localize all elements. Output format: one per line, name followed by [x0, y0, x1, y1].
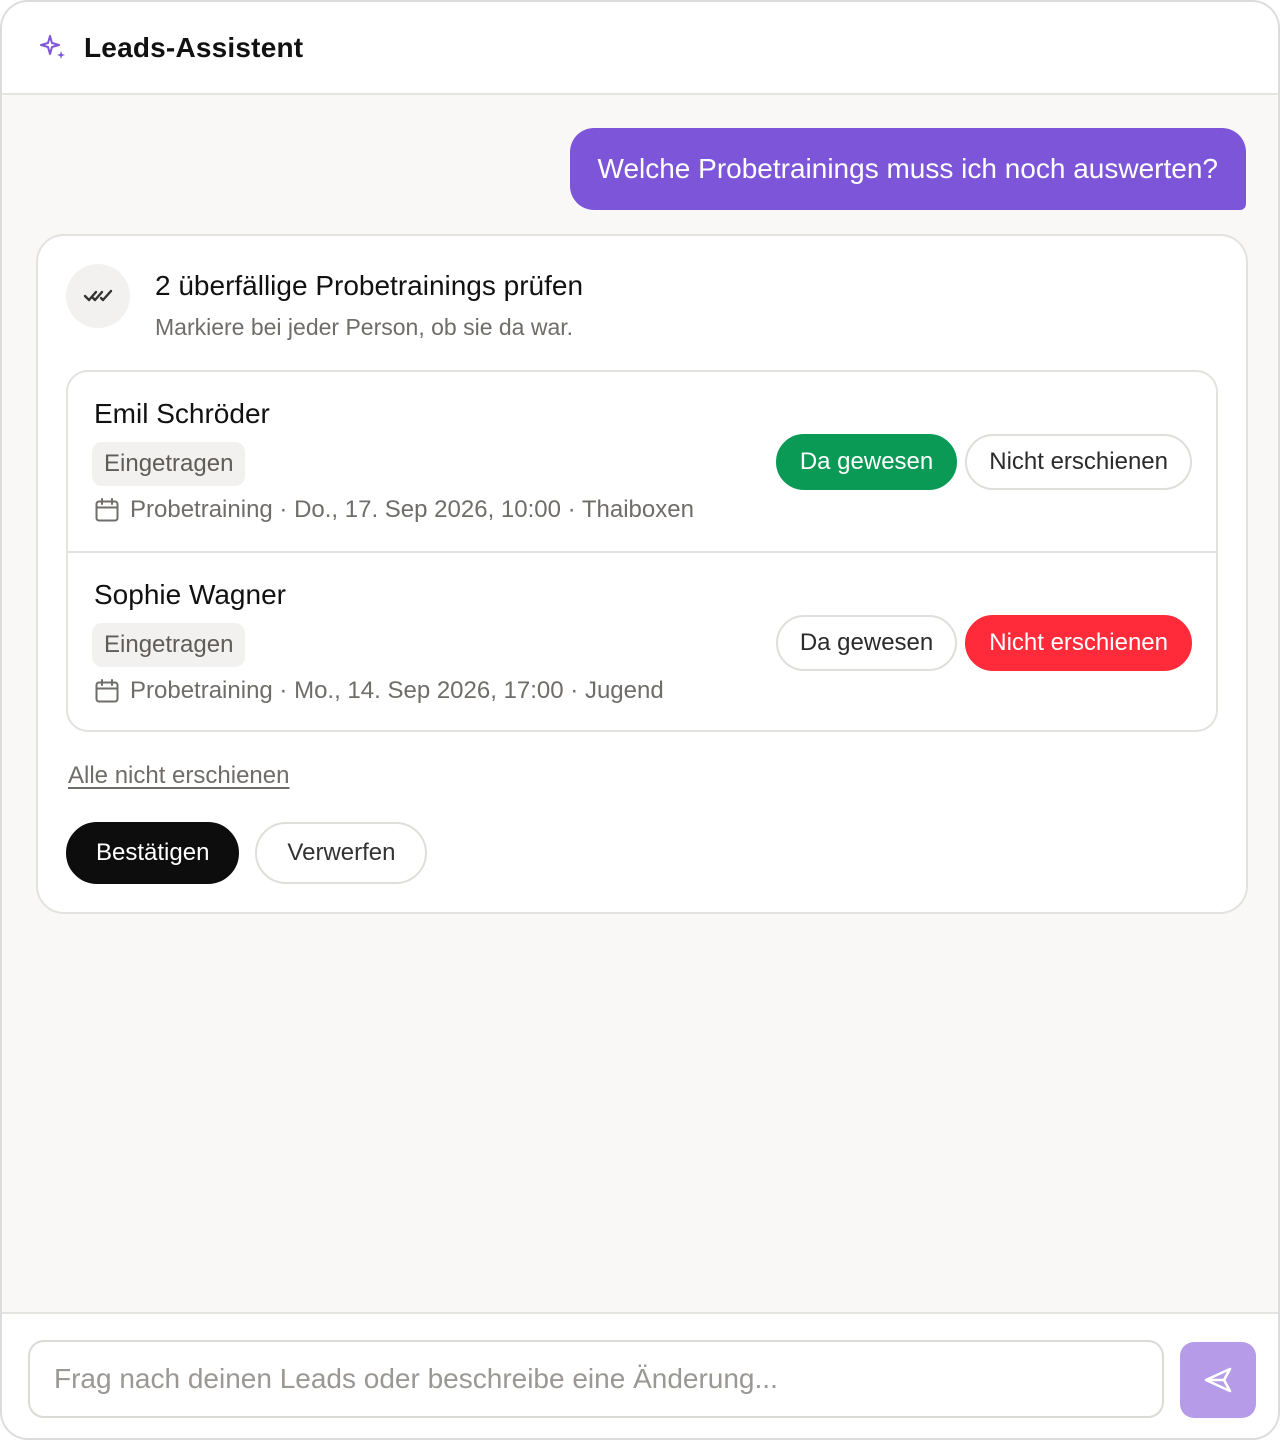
card-title: 2 überfällige Probetrainings prüfen: [155, 270, 584, 301]
lead-name: Emil Schröder: [94, 398, 270, 429]
lead-row: Sophie Wagner Eingetragen Probetraining …: [68, 551, 1216, 730]
page-title: Leads-Assistent: [84, 31, 304, 63]
lead-list: Emil Schröder Eingetragen Probetraining …: [66, 370, 1218, 732]
chat-input[interactable]: Frag nach deinen Leads oder beschreibe e…: [28, 1340, 1164, 1418]
card-subtitle: Markiere bei jeder Person, ob sie da war…: [155, 314, 574, 340]
calendar-icon: [94, 678, 120, 704]
all-no-show-link[interactable]: Alle nicht erschienen: [68, 762, 289, 790]
review-card: 2 überfällige Probetrainings prüfen Mark…: [36, 234, 1248, 914]
confirm-button[interactable]: Bestätigen: [66, 822, 240, 884]
attendance-toggle: Da gewesen Nicht erschienen: [775, 615, 1192, 671]
send-icon: [1202, 1364, 1234, 1396]
lead-meta-text: Probetraining · Mo., 14. Sep 2026, 17:00…: [130, 677, 664, 704]
user-message-bubble: Welche Probetrainings muss ich noch ausw…: [569, 128, 1246, 210]
header: Leads-Assistent: [2, 2, 1278, 95]
status-badge: Eingetragen: [92, 442, 246, 486]
send-button[interactable]: [1180, 1342, 1256, 1418]
composer: Frag nach deinen Leads oder beschreibe e…: [2, 1312, 1278, 1438]
attended-button[interactable]: Da gewesen: [775, 615, 958, 671]
double-check-icon: [66, 264, 130, 328]
sparkle-icon: [40, 34, 68, 62]
lead-meta: Probetraining · Mo., 14. Sep 2026, 17:00…: [94, 677, 664, 705]
lead-meta-text: Probetraining · Do., 17. Sep 2026, 10:00…: [130, 496, 694, 523]
attended-button[interactable]: Da gewesen: [775, 434, 958, 490]
card-actions: Bestätigen Verwerfen: [66, 822, 428, 884]
leads-assistant-window: Leads-Assistent Welche Probetrainings mu…: [0, 0, 1280, 1440]
attendance-toggle: Da gewesen Nicht erschienen: [775, 434, 1192, 490]
status-badge: Eingetragen: [92, 623, 246, 667]
lead-row: Emil Schröder Eingetragen Probetraining …: [68, 372, 1216, 551]
lead-name: Sophie Wagner: [94, 579, 286, 610]
discard-button[interactable]: Verwerfen: [255, 822, 428, 884]
calendar-icon: [94, 497, 120, 523]
lead-meta: Probetraining · Do., 17. Sep 2026, 10:00…: [94, 496, 694, 524]
no-show-button[interactable]: Nicht erschienen: [965, 615, 1192, 671]
no-show-button[interactable]: Nicht erschienen: [965, 434, 1192, 490]
